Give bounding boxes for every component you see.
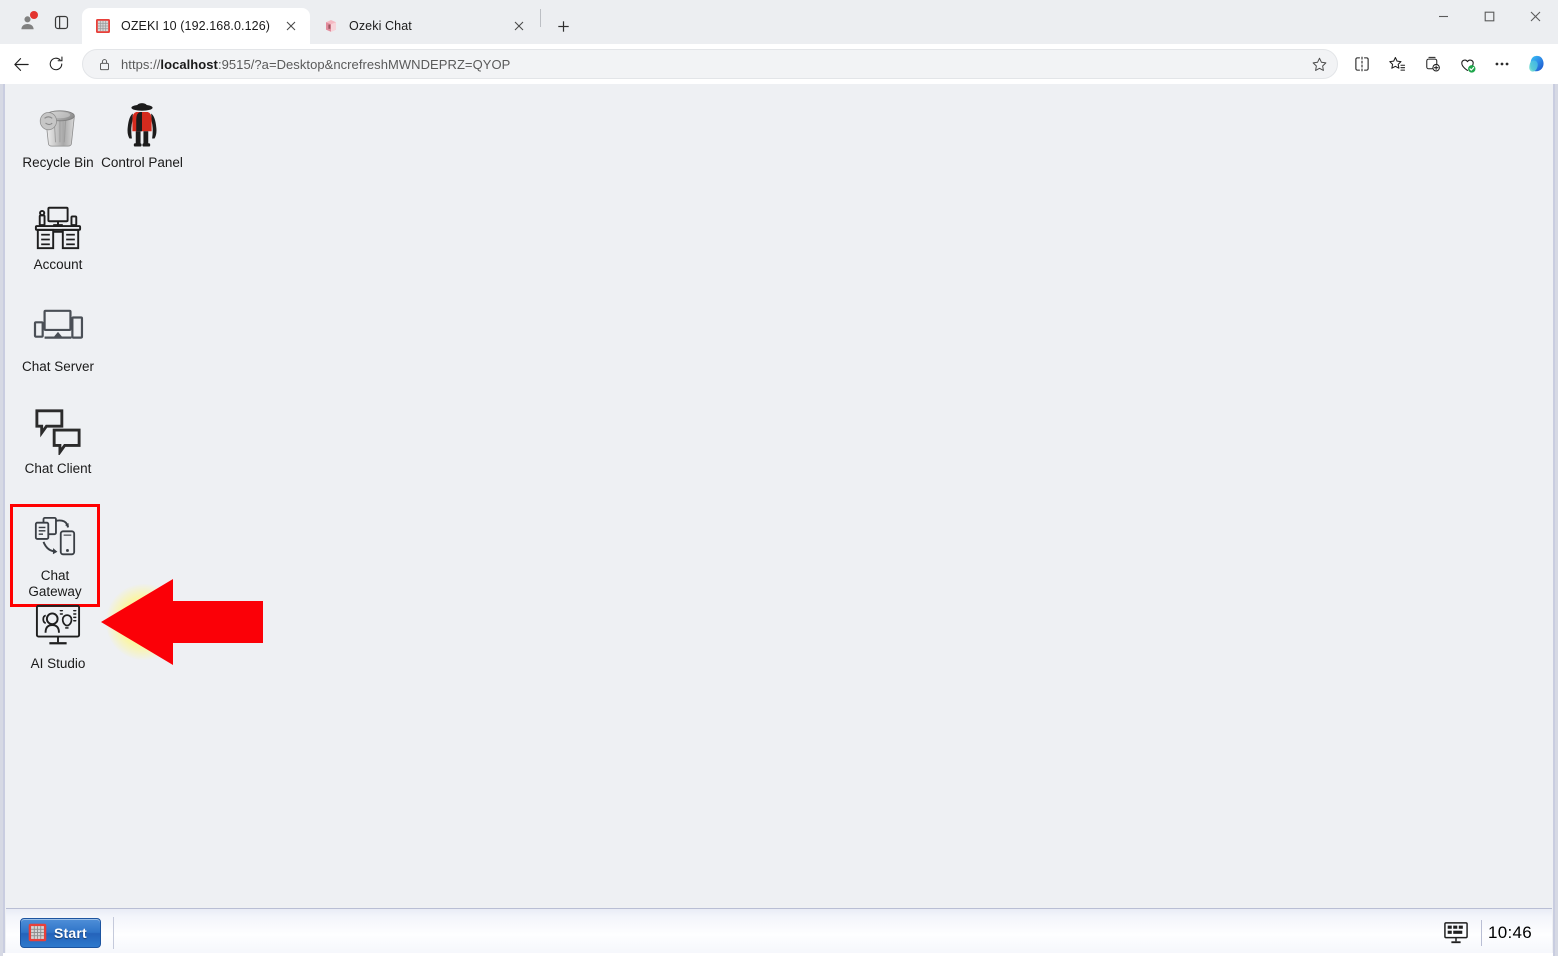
- annotation-arrow-icon: [101, 574, 263, 675]
- tab-separator: [540, 9, 541, 27]
- desktop-icon-label: Control Panel: [101, 155, 183, 170]
- browser-window: OZEKI 10 (192.168.0.126) Ozeki Chat http…: [0, 0, 1558, 956]
- address-bar[interactable]: https://localhost:9515/?a=Desktop&ncrefr…: [82, 49, 1338, 79]
- tray-separator: [1480, 919, 1482, 946]
- desktop-icon-label: Account: [33, 257, 83, 272]
- desktop-icon-account[interactable]: Account: [10, 200, 106, 273]
- chat-client-icon: [31, 404, 85, 458]
- tab-title: OZEKI 10 (192.168.0.126): [121, 19, 271, 33]
- maximize-button[interactable]: [1466, 0, 1512, 32]
- desktop-icon-label: Recycle Bin: [22, 155, 94, 170]
- browser-toolbar: https://localhost:9515/?a=Desktop&ncrefr…: [0, 44, 1558, 84]
- back-arrow-icon[interactable]: [4, 49, 38, 79]
- browser-essentials-shield-icon[interactable]: [1450, 49, 1484, 79]
- star-outline-icon[interactable]: [1305, 51, 1333, 77]
- collections-add-icon[interactable]: [1415, 49, 1449, 79]
- profile-area: [6, 0, 82, 44]
- split-screen-icon[interactable]: [1345, 49, 1379, 79]
- tab-ozeki-10[interactable]: OZEKI 10 (192.168.0.126): [82, 8, 310, 44]
- favorites-list-icon[interactable]: [1380, 49, 1414, 79]
- new-tab-button[interactable]: [548, 11, 578, 41]
- ozeki-grid-icon: [28, 923, 47, 942]
- show-desktop-monitor-icon[interactable]: [1437, 916, 1475, 950]
- more-ellipsis-icon[interactable]: [1485, 49, 1519, 79]
- account-desk-icon: [31, 200, 85, 254]
- ai-studio-icon: [31, 599, 85, 653]
- desktop-icon-label: Chat Gateway: [28, 568, 82, 599]
- desktop-icon-ai-studio[interactable]: AI Studio: [10, 599, 106, 672]
- taskbar-separator: [112, 916, 114, 949]
- tab-strip: OZEKI 10 (192.168.0.126) Ozeki Chat: [0, 0, 1558, 44]
- desktop-icon-chat-server[interactable]: Chat Server: [10, 302, 106, 375]
- profile-notification-badge: [30, 11, 38, 19]
- tab-close-button[interactable]: [508, 15, 530, 37]
- desktop-icon-recycle-bin[interactable]: Recycle Bin: [10, 98, 106, 171]
- close-button[interactable]: [1512, 0, 1558, 32]
- system-tray: 10:46: [1437, 916, 1548, 950]
- window-controls: [1420, 0, 1558, 32]
- lock-icon: [93, 53, 115, 75]
- annotation-glow: [106, 584, 182, 660]
- tab-search-icon[interactable]: [44, 6, 78, 38]
- tab-ozeki-chat[interactable]: Ozeki Chat: [310, 8, 538, 44]
- ozeki-chat-cube-icon: [322, 17, 340, 35]
- browser-viewport: Recycle Bin Control Panel Account Chat S…: [0, 84, 1558, 956]
- desktop-icon-control-panel[interactable]: Control Panel: [94, 98, 190, 171]
- ozeki-grid-icon: [94, 17, 112, 35]
- minimize-button[interactable]: [1420, 0, 1466, 32]
- start-button[interactable]: Start: [20, 917, 101, 948]
- start-button-label: Start: [54, 924, 87, 941]
- ozeki-desktop-page: Recycle Bin Control Panel Account Chat S…: [0, 84, 1558, 956]
- desktop-icon-chat-client[interactable]: Chat Client: [10, 404, 106, 477]
- desktop-icon-chat-gateway[interactable]: Chat Gateway: [10, 504, 100, 607]
- refresh-icon[interactable]: [39, 49, 73, 79]
- tab-close-button[interactable]: [280, 15, 302, 37]
- taskbar: Start 10:46: [6, 908, 1552, 956]
- account-avatar-icon[interactable]: [10, 6, 44, 38]
- recycle-bin-icon: [31, 98, 85, 152]
- desktop-icon-label: AI Studio: [30, 656, 86, 671]
- control-panel-icon: [115, 98, 169, 152]
- desktop-icon-label: Chat Client: [24, 461, 92, 476]
- copilot-icon[interactable]: [1524, 51, 1550, 77]
- address-bar-url: https://localhost:9515/?a=Desktop&ncrefr…: [121, 56, 511, 72]
- desktop-surface[interactable]: Recycle Bin Control Panel Account Chat S…: [6, 84, 1552, 908]
- tab-list: OZEKI 10 (192.168.0.126) Ozeki Chat: [82, 0, 578, 44]
- chat-server-icon: [31, 302, 85, 356]
- desktop-icon-label: Chat Server: [21, 359, 95, 374]
- chat-gateway-icon: [28, 511, 82, 565]
- taskbar-clock[interactable]: 10:46: [1488, 923, 1542, 943]
- tab-title: Ozeki Chat: [349, 19, 412, 33]
